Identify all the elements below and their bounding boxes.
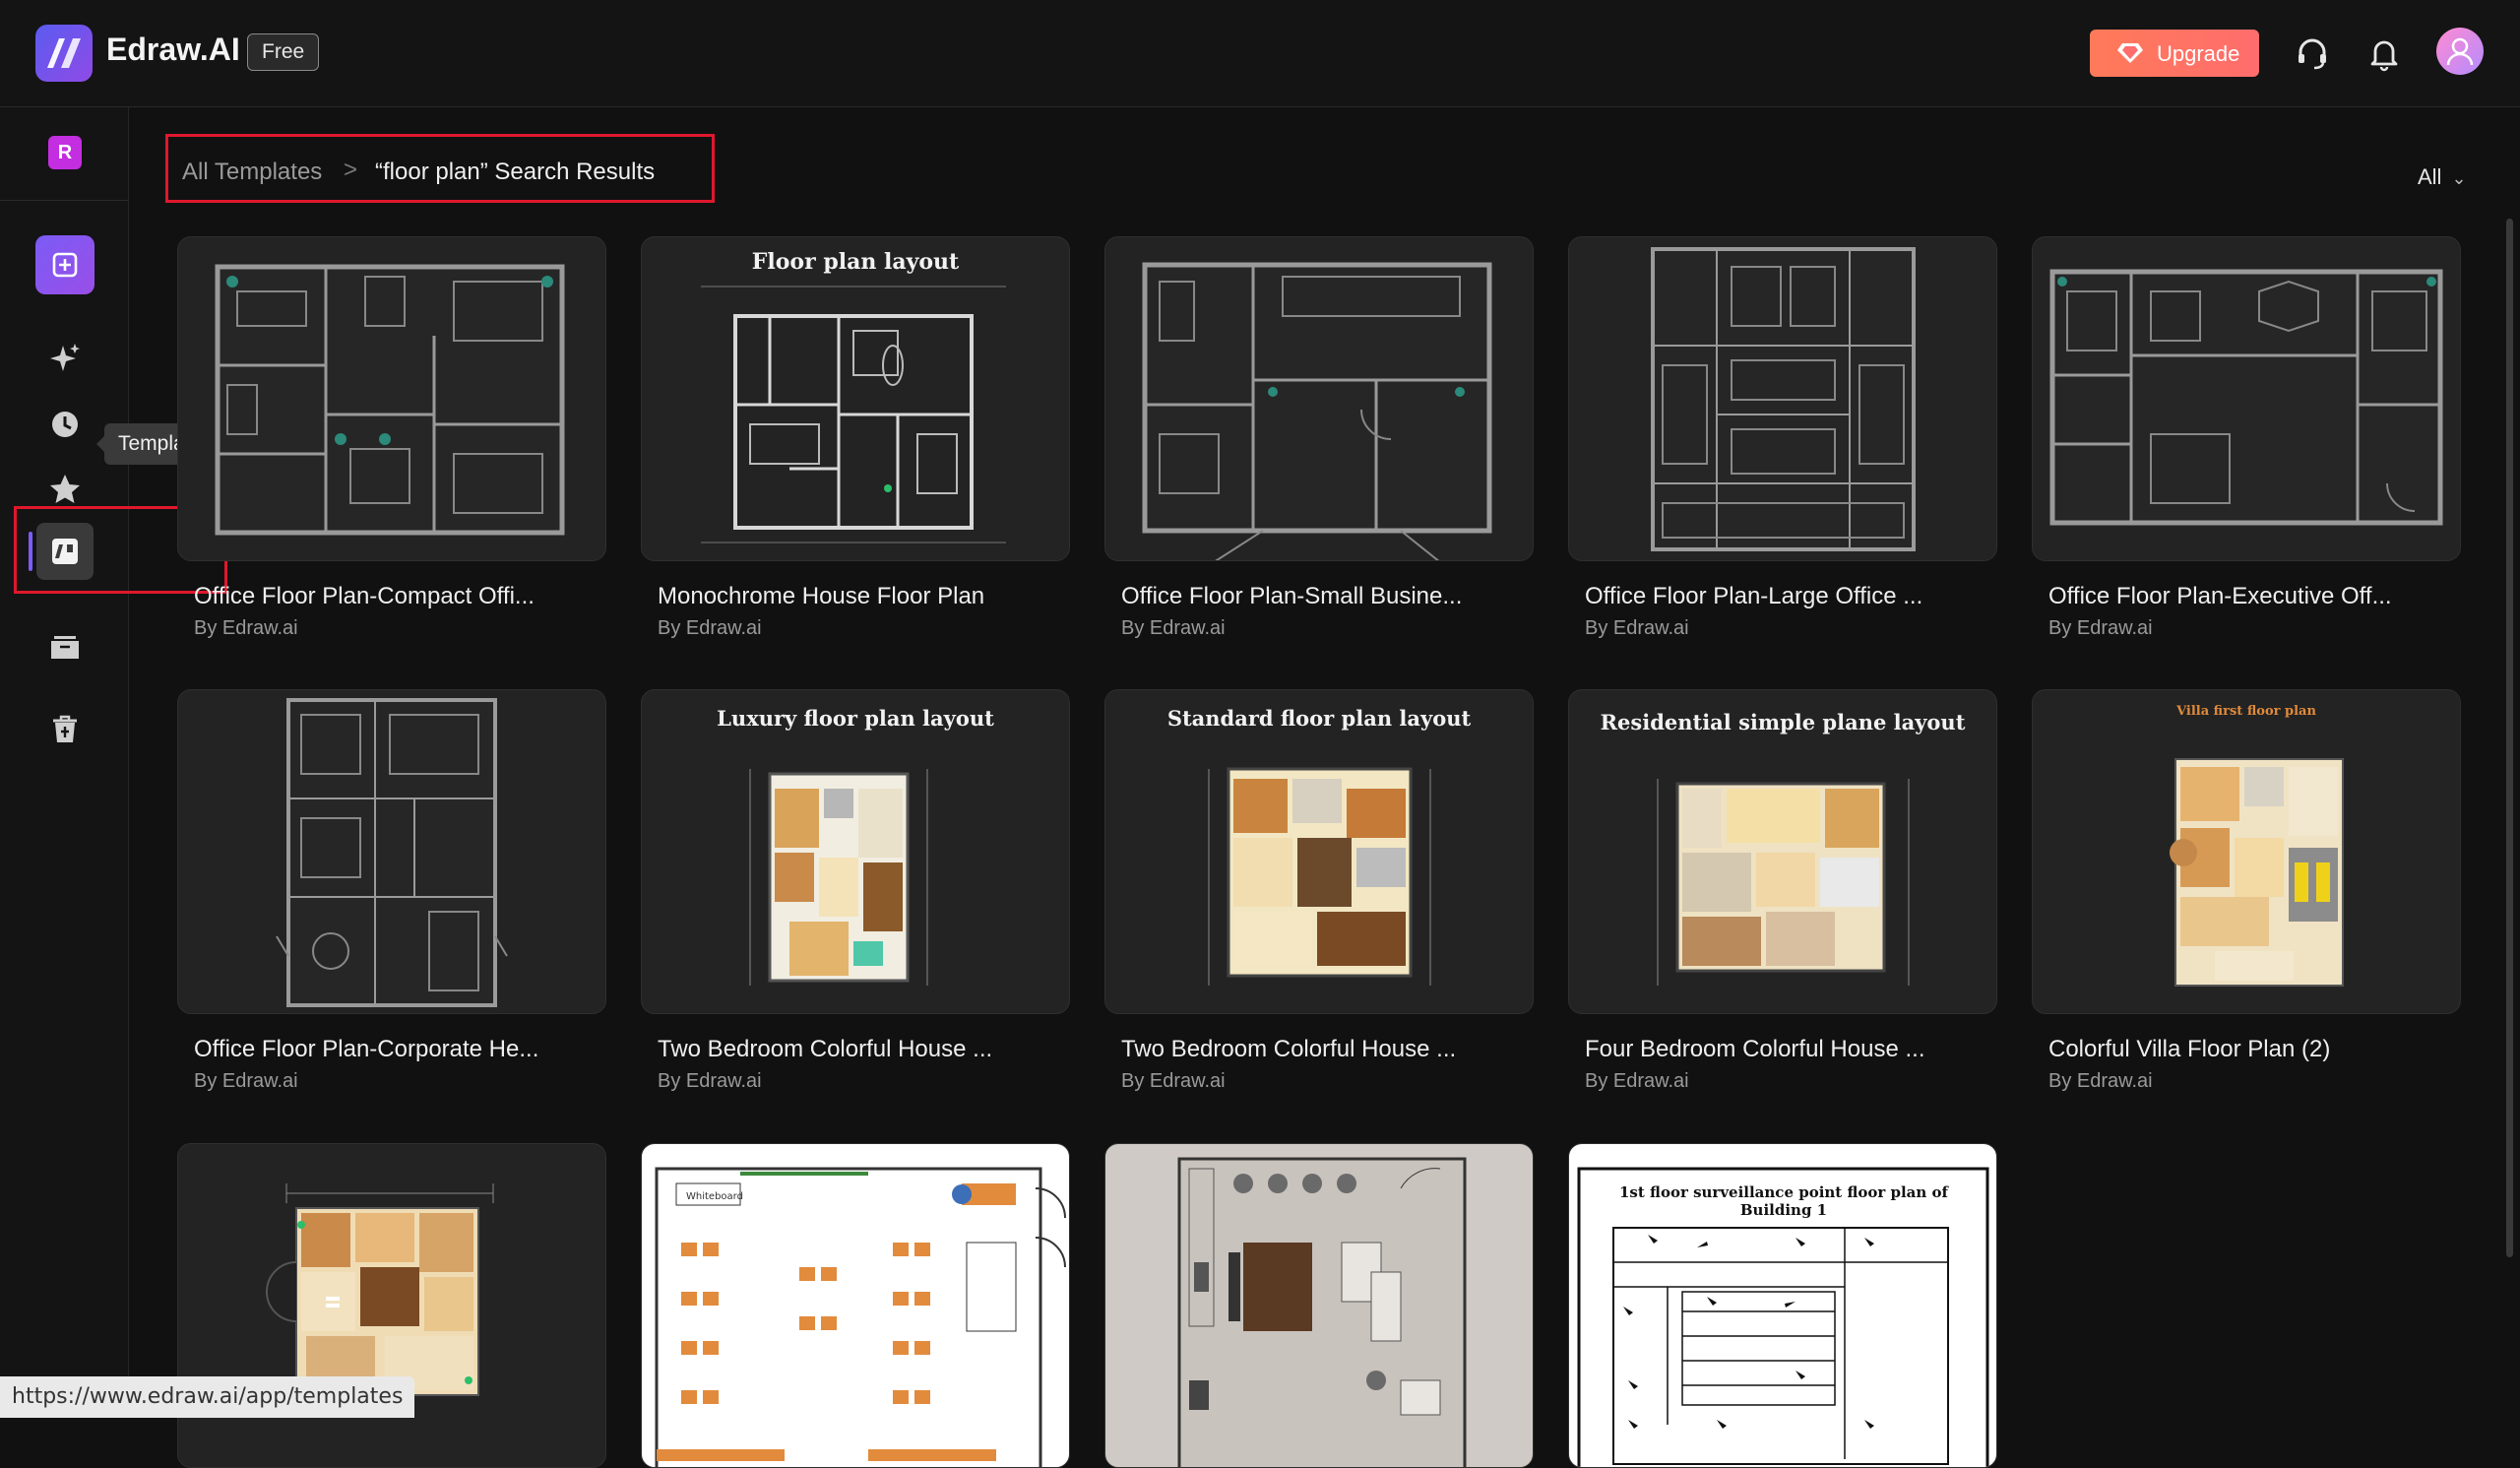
card-author: By Edraw.ai [1121,617,1226,639]
template-card[interactable]: Villa first floor plan Colorful Villa Fl… [2032,689,2461,1092]
template-thumbnail[interactable] [1104,236,1534,561]
template-card[interactable]: Whiteboard [641,1143,1070,1468]
template-thumbnail[interactable]: Standard floor plan layout [1104,689,1534,1014]
card-author: By Edraw.ai [1585,1070,1689,1092]
card-author: By Edraw.ai [2048,617,2153,639]
status-url: https://www.edraw.ai/app/templates [0,1376,415,1418]
breadcrumb-all-templates-link[interactable]: All Templates [182,159,322,186]
thumbnail-heading: Floor plan layout [751,249,960,275]
sparkle-icon[interactable] [45,340,85,379]
card-title[interactable]: Monochrome House Floor Plan [658,583,1071,610]
card-author: By Edraw.ai [194,1070,298,1092]
template-thumbnail[interactable]: Luxury floor plan layout [641,689,1070,1014]
template-card[interactable]: Office Floor Plan-Compact Offi... By Edr… [177,236,606,639]
template-thumbnail[interactable] [177,236,606,561]
workspace-badge[interactable]: R [48,136,82,169]
template-thumbnail[interactable] [177,1143,606,1468]
trash-icon[interactable] [45,710,85,749]
thumbnail-heading: Luxury floor plan layout [717,706,994,731]
template-card[interactable]: Office Floor Plan-Corporate He... By Edr… [177,689,606,1092]
star-icon[interactable] [45,470,85,509]
template-card[interactable]: Office Floor Plan-Large Office ... By Ed… [1568,236,1997,639]
card-author: By Edraw.ai [658,1070,762,1092]
card-title[interactable]: Four Bedroom Colorful House ... [1585,1036,1998,1063]
diamond-icon [2117,43,2143,63]
card-title[interactable]: Office Floor Plan-Executive Off... [2048,583,2462,610]
card-author: By Edraw.ai [1121,1070,1226,1092]
template-card[interactable]: Residential simple plane layout Four Bed… [1568,689,1997,1092]
template-thumbnail[interactable]: Residential simple plane layout [1568,689,1997,1014]
chevron-down-icon: ⌄ [2451,168,2467,188]
thumbnail-heading: 1st floor surveillance point floor plan … [1619,1183,1948,1219]
card-title[interactable]: Two Bedroom Colorful House ... [1121,1036,1535,1063]
new-document-button[interactable] [35,235,94,294]
template-thumbnail[interactable] [1104,1143,1534,1468]
card-title[interactable]: Colorful Villa Floor Plan (2) [2048,1036,2462,1063]
template-card[interactable]: Office Floor Plan-Executive Off... By Ed… [2032,236,2461,639]
user-avatar-icon[interactable] [2436,28,2484,75]
card-author: By Edraw.ai [2048,1070,2153,1092]
card-author: By Edraw.ai [194,617,298,639]
left-sidebar: R [0,107,129,1418]
card-title[interactable]: Office Floor Plan-Corporate He... [194,1036,607,1063]
scrollbar[interactable] [2506,219,2513,1257]
template-thumbnail[interactable] [177,689,606,1014]
template-card[interactable] [177,1143,606,1468]
upgrade-button[interactable]: Upgrade [2090,30,2259,77]
thumbnail-heading: Villa first floor plan [2176,704,2316,719]
card-title[interactable]: Two Bedroom Colorful House ... [658,1036,1071,1063]
top-header: Edraw.AI Free Upgrade [0,0,2520,107]
sidebar-divider [0,200,128,201]
card-title[interactable]: Office Floor Plan-Large Office ... [1585,583,1998,610]
template-thumbnail[interactable]: Floor plan layout [641,236,1070,561]
template-thumbnail[interactable]: Villa first floor plan [2032,689,2461,1014]
breadcrumb-current: “floor plan” Search Results [375,159,656,185]
template-thumbnail[interactable] [1568,236,1997,561]
notification-bell-icon[interactable] [2364,33,2404,73]
plus-square-icon [52,252,78,278]
card-author: By Edraw.ai [1585,617,1689,639]
template-card[interactable]: Office Floor Plan-Small Busine... By Edr… [1104,236,1534,639]
template-thumbnail[interactable]: 1st floor surveillance point floor plan … [1568,1143,1997,1468]
thumbnail-heading: Residential simple plane layout [1600,710,1966,734]
app-name: Edraw.AI [106,32,240,67]
template-card[interactable]: Floor plan layout Monochrome House Floor… [641,236,1070,639]
card-title[interactable]: Office Floor Plan-Compact Offi... [194,583,607,610]
template-card[interactable]: Luxury floor plan layout Two Bedroom Col… [641,689,1070,1092]
support-headset-icon[interactable] [2293,33,2332,73]
whiteboard-label: Whiteboard [686,1191,743,1202]
plan-badge: Free [247,33,320,71]
card-author: By Edraw.ai [658,617,762,639]
template-thumbnail[interactable] [2032,236,2461,561]
card-title[interactable]: Office Floor Plan-Small Busine... [1121,583,1535,610]
template-thumbnail[interactable]: Whiteboard [641,1143,1070,1468]
filter-selected: All [2418,164,2442,189]
template-card[interactable] [1104,1143,1534,1468]
breadcrumb: All Templates > “floor plan” Search Resu… [165,134,715,203]
filter-dropdown[interactable]: All ⌄ [2418,164,2467,190]
folder-icon[interactable] [45,627,85,667]
upgrade-label: Upgrade [2157,41,2240,66]
edraw-logo-icon[interactable] [35,25,93,82]
breadcrumb-separator-icon: > [344,157,358,183]
template-card[interactable]: 1st floor surveillance point floor plan … [1568,1143,1997,1468]
thumbnail-heading: Standard floor plan layout [1166,706,1472,731]
clock-icon[interactable] [45,405,85,444]
template-card[interactable]: Standard floor plan layout Two Bedroom C… [1104,689,1534,1092]
